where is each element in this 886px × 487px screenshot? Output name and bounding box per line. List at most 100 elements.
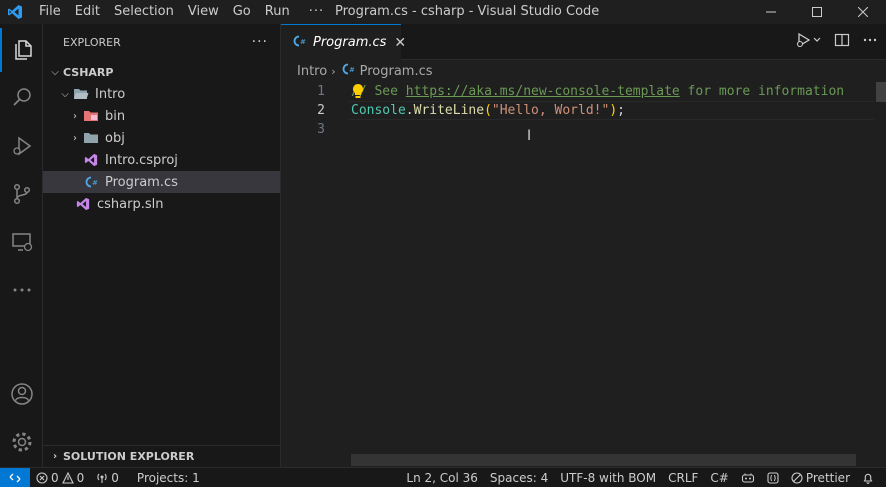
- horizontal-scrollbar[interactable]: [351, 454, 856, 466]
- explorer-activity-button[interactable]: [0, 28, 43, 72]
- language-mode[interactable]: C#: [704, 471, 734, 485]
- remote-explorer-activity-button[interactable]: [0, 220, 43, 264]
- gear-icon: [12, 432, 31, 452]
- file-encoding[interactable]: UTF-8 with BOM: [554, 471, 662, 485]
- menu-bar: File Edit Selection View Go Run ···: [32, 0, 336, 24]
- tree-item-label: Intro.csproj: [105, 152, 178, 168]
- visual-studio-project-icon: [83, 152, 99, 168]
- line-number: 2: [317, 103, 325, 118]
- vertical-scrollbar-thumb[interactable]: [876, 82, 886, 102]
- minimize-button[interactable]: [748, 0, 794, 24]
- tree-root-label: CSHARP: [63, 65, 114, 79]
- tree-file-intro-csproj[interactable]: Intro.csproj: [43, 149, 280, 171]
- remote-indicator-button[interactable]: [0, 467, 30, 487]
- text-cursor-icon: I: [527, 128, 532, 144]
- menu-go[interactable]: Go: [226, 0, 258, 24]
- tree-item-label: bin: [105, 108, 126, 124]
- menu-file[interactable]: File: [32, 0, 68, 24]
- tree-item-label: csharp.sln: [97, 196, 164, 212]
- code-editor[interactable]: 1 2 3 // See https://aka.ms/new-console-…: [281, 82, 886, 467]
- status-bar: 0 0 0 Projects: 1 Ln 2, Col 36 Spaces: 4…: [0, 467, 886, 487]
- tree-root-csharp[interactable]: ⌵ CSHARP: [43, 61, 280, 83]
- search-activity-button[interactable]: [0, 76, 43, 120]
- prettier-indicator[interactable]: Prettier: [785, 471, 856, 485]
- warning-icon: [61, 471, 74, 484]
- error-count: 0: [51, 470, 59, 485]
- source-control-activity-button[interactable]: [0, 172, 43, 216]
- tree-folder-bin[interactable]: › bin: [43, 105, 280, 127]
- menu-run[interactable]: Run: [258, 0, 297, 24]
- comment-suffix: for more information: [679, 84, 845, 99]
- tree-item-label: Intro: [95, 86, 126, 102]
- notifications-button[interactable]: [856, 472, 880, 484]
- vscode-logo-icon: [3, 0, 27, 24]
- close-icon: [858, 7, 868, 17]
- folder-icon: [83, 130, 99, 146]
- lightbulb-icon[interactable]: [351, 83, 365, 103]
- copilot-button[interactable]: [735, 472, 761, 484]
- run-debug-activity-button[interactable]: [0, 124, 43, 168]
- cursor-position[interactable]: Ln 2, Col 36: [400, 471, 484, 485]
- csharp-file-icon: #: [291, 34, 307, 52]
- menu-selection[interactable]: Selection: [107, 0, 181, 24]
- accounts-button[interactable]: [0, 372, 43, 416]
- folder-open-icon: [73, 86, 89, 102]
- breadcrumb-folder[interactable]: Intro: [297, 64, 327, 79]
- run-debug-button[interactable]: [796, 32, 822, 52]
- chevron-down-icon: ⌵: [61, 88, 69, 100]
- more-views-button[interactable]: [0, 268, 43, 312]
- broadcast-icon: [97, 473, 107, 483]
- visual-studio-solution-icon: [75, 196, 91, 212]
- projects-indicator[interactable]: Projects: 1: [131, 471, 206, 485]
- menu-view[interactable]: View: [181, 0, 226, 24]
- code-line-2: Console.WriteLine("Hello, World!");: [351, 101, 625, 120]
- title-bar: File Edit Selection View Go Run ··· Prog…: [0, 0, 886, 24]
- explorer-more-actions-button[interactable]: ···: [252, 34, 268, 50]
- activity-bar: [0, 24, 43, 467]
- editor-tab-bar: # Program.cs ✕: [281, 24, 886, 60]
- comment-link[interactable]: https://aka.ms/new-console-template: [406, 84, 680, 99]
- svg-text:#: #: [349, 66, 355, 74]
- csharp-dev-kit-button[interactable]: [761, 472, 785, 484]
- tree-file-csharp-sln[interactable]: csharp.sln: [43, 193, 280, 215]
- split-editor-button[interactable]: [834, 32, 850, 52]
- debug-icon: [12, 136, 31, 156]
- split-editor-icon: [834, 33, 850, 47]
- maximize-button[interactable]: [794, 0, 840, 24]
- indentation[interactable]: Spaces: 4: [484, 471, 554, 485]
- code-open-paren: (: [484, 103, 492, 118]
- tab-program-cs[interactable]: # Program.cs ✕: [281, 24, 406, 60]
- tree-folder-intro[interactable]: ⌵ Intro: [43, 83, 280, 105]
- breadcrumb-file[interactable]: Program.cs: [360, 64, 433, 79]
- tab-label: Program.cs: [313, 35, 387, 50]
- tab-close-button[interactable]: ✕: [394, 35, 406, 51]
- line-number: 3: [317, 122, 325, 137]
- menu-more-button[interactable]: ···: [297, 0, 336, 24]
- account-icon: [10, 383, 33, 405]
- line-number: 1: [317, 84, 325, 99]
- tree-file-program-cs[interactable]: # Program.cs: [43, 171, 280, 193]
- minimize-icon: [766, 11, 776, 13]
- menu-edit[interactable]: Edit: [68, 0, 107, 24]
- window-title: Program.cs - csharp - Visual Studio Code: [335, 4, 600, 19]
- more-actions-button[interactable]: [862, 32, 878, 52]
- vertical-scrollbar[interactable]: [876, 82, 886, 467]
- close-window-button[interactable]: [840, 0, 886, 24]
- manage-settings-button[interactable]: [0, 420, 43, 464]
- end-of-line[interactable]: CRLF: [662, 471, 704, 485]
- explorer-title: EXPLORER: [63, 35, 121, 49]
- code-class: Console: [351, 103, 406, 118]
- ports-count: 0: [111, 470, 119, 485]
- svg-text:#: #: [92, 179, 98, 187]
- tree-folder-obj[interactable]: › obj: [43, 127, 280, 149]
- ellipsis-icon: [13, 288, 30, 292]
- problems-indicator[interactable]: 0 0: [30, 471, 90, 485]
- remote-explorer-icon: [11, 233, 32, 252]
- explorer-sidebar: EXPLORER ··· ⌵ CSHARP ⌵ Intro › bin › ob…: [43, 24, 281, 467]
- ports-indicator[interactable]: 0: [90, 471, 125, 485]
- remote-icon: [9, 473, 21, 482]
- source-control-icon: [13, 183, 30, 205]
- solution-explorer-section[interactable]: › SOLUTION EXPLORER: [43, 445, 280, 467]
- breadcrumb-separator: ›: [331, 64, 336, 78]
- prettier-label: Prettier: [805, 471, 850, 485]
